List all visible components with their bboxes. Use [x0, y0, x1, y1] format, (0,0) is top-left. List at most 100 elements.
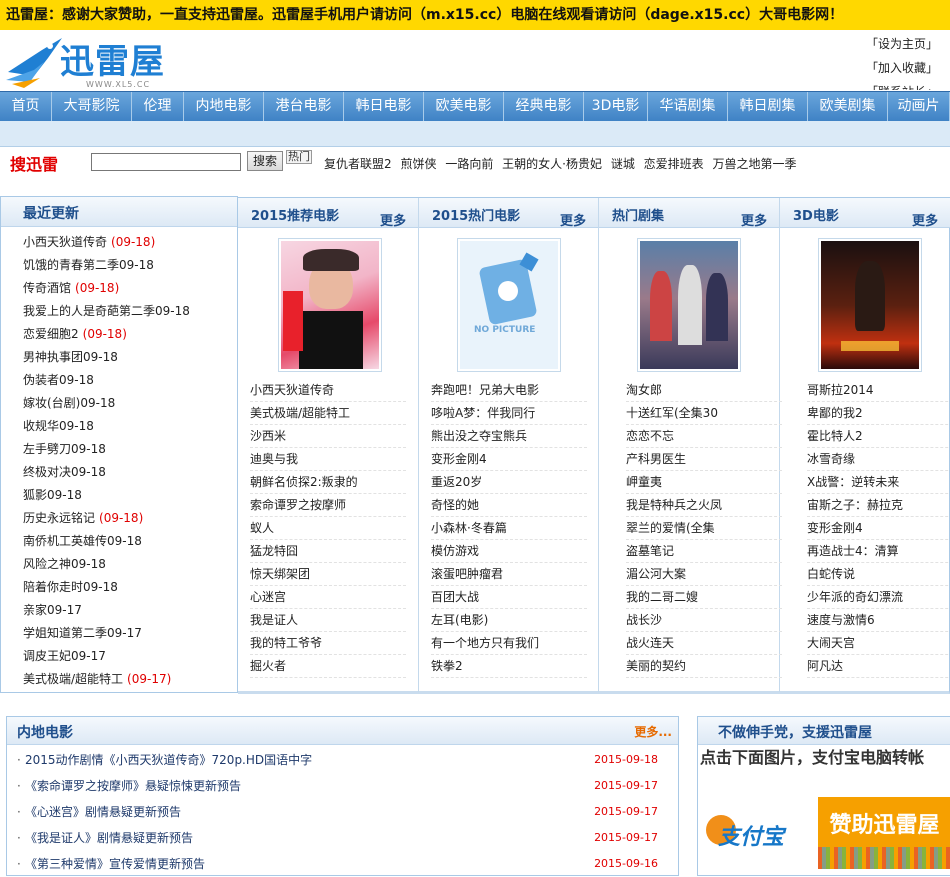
recent-update-item[interactable]: 小西天狄道传奇 (09-18) [23, 231, 237, 254]
column-list-item[interactable]: 小森林·冬春篇 [431, 517, 587, 540]
recent-update-item[interactable]: 男神执事团09-18 [23, 346, 237, 369]
alipay-banner[interactable]: 支付宝 [700, 797, 818, 869]
hot-keyword[interactable]: 恋爱排班表 [644, 157, 704, 171]
column-list-item[interactable]: 铁拳2 [431, 655, 587, 678]
contact-admin-link[interactable]: 「联系站长」 [866, 80, 950, 90]
nav-item-ethics[interactable]: 伦理 [132, 92, 184, 121]
column-list-item[interactable]: 我的特工爷爷 [250, 632, 406, 655]
recent-update-item[interactable]: 我爱上的人是奇葩第二季09-18 [23, 300, 237, 323]
column-list-item[interactable]: 我是证人 [250, 609, 406, 632]
column-list-item[interactable]: 沙西米 [250, 425, 406, 448]
column-list-item[interactable]: 哥斯拉2014 [807, 379, 950, 402]
column-list-item[interactable]: X战警：逆转未来 [807, 471, 950, 494]
recent-update-item[interactable]: 嫁妆(台剧)09-18 [23, 392, 237, 415]
news-item[interactable]: 《心迷宫》剧情悬疑更新预告 2015-09-17 [7, 799, 678, 825]
column-list-item[interactable]: 产科男医生 [626, 448, 782, 471]
column-list-item[interactable]: 少年派的奇幻漂流 [807, 586, 950, 609]
column-list-item[interactable]: 翠兰的爱情(全集 [626, 517, 782, 540]
nav-item-mainland[interactable]: 内地电影 [184, 92, 264, 121]
column-list-item[interactable]: 大闹天宫 [807, 632, 950, 655]
column-list-item[interactable]: 重返20岁 [431, 471, 587, 494]
column-list-item[interactable]: 白蛇传说 [807, 563, 950, 586]
column-list-item[interactable]: 恋恋不忘 [626, 425, 782, 448]
nav-item-western-series[interactable]: 欧美剧集 [808, 92, 888, 121]
search-input[interactable] [91, 153, 241, 171]
hot-keyword[interactable]: 王朝的女人·杨贵妃 [502, 157, 602, 171]
column-list-item[interactable]: 我是特种兵之火凤 [626, 494, 782, 517]
column-list-item[interactable]: 蚁人 [250, 517, 406, 540]
recent-update-item[interactable]: 历史永远铭记 (09-18) [23, 507, 237, 530]
more-link[interactable]: 更多 [912, 210, 938, 229]
column-list-item[interactable]: 心迷宫 [250, 586, 406, 609]
recent-update-item[interactable]: 南侨机工英雄传09-18 [23, 530, 237, 553]
column-list-item[interactable]: 索命谭罗之按摩师 [250, 494, 406, 517]
more-link[interactable]: 更多 [380, 210, 406, 229]
column-list-item[interactable]: 速度与激情6 [807, 609, 950, 632]
nav-item-chinese-series[interactable]: 华语剧集 [648, 92, 728, 121]
set-homepage-link[interactable]: 「设为主页」 [866, 32, 950, 56]
nav-item-animation[interactable]: 动画片 [888, 92, 950, 121]
column-list-item[interactable]: 淘女郎 [626, 379, 782, 402]
column-list-item[interactable]: 左耳(电影) [431, 609, 587, 632]
recent-update-item[interactable]: 收规华09-18 [23, 415, 237, 438]
column-list-item[interactable]: 小西天狄道传奇 [250, 379, 406, 402]
column-list-item[interactable]: 阿凡达 [807, 655, 950, 678]
nav-item-hktw[interactable]: 港台电影 [264, 92, 344, 121]
column-list-item[interactable]: 惊天绑架团 [250, 563, 406, 586]
column-list-item[interactable]: 美式极端/超能特工 [250, 402, 406, 425]
column-list-item[interactable]: 滚蛋吧肿瘤君 [431, 563, 587, 586]
column-list-item[interactable]: 百团大战 [431, 586, 587, 609]
column-list-item[interactable]: 战长沙 [626, 609, 782, 632]
column-list-item[interactable]: 冰雪奇缘 [807, 448, 950, 471]
column-list-item[interactable]: 有一个地方只有我们 [431, 632, 587, 655]
column-list-item[interactable]: 湄公河大案 [626, 563, 782, 586]
more-link[interactable]: 更多 [741, 210, 767, 229]
hot-keyword[interactable]: 复仇者联盟2 [324, 157, 392, 171]
recent-update-item[interactable]: 恋爱细胞2 (09-18) [23, 323, 237, 346]
column-list-item[interactable]: 变形金刚4 [807, 517, 950, 540]
site-logo[interactable]: 迅雷屋 WWW.XL5.CC [4, 32, 180, 92]
column-list-item[interactable]: 美丽的契约 [626, 655, 782, 678]
more-link[interactable]: 更多... [634, 723, 672, 740]
news-item[interactable]: 《我是证人》剧情悬疑更新预告 2015-09-17 [7, 825, 678, 851]
column-list-item[interactable]: 掘火者 [250, 655, 406, 678]
column-list-item[interactable]: 盗墓笔记 [626, 540, 782, 563]
news-item[interactable]: 2015动作剧情《小西天狄道传奇》720p.HD国语中字 2015-09-18 [7, 747, 678, 773]
news-item[interactable]: 《第三种爱情》宣传爱情更新预告 2015-09-16 [7, 851, 678, 877]
recent-update-item[interactable]: 传奇酒馆 (09-18) [23, 277, 237, 300]
recent-update-item[interactable]: 美式极端/超能特工 (09-17) [23, 668, 237, 691]
column-list-item[interactable]: 变形金刚4 [431, 448, 587, 471]
column-list-item[interactable]: 奇怪的她 [431, 494, 587, 517]
column-list-item[interactable]: 宙斯之子：赫拉克 [807, 494, 950, 517]
column-list-item[interactable]: 卑鄙的我2 [807, 402, 950, 425]
recent-update-item[interactable]: 调皮王妃09-17 [23, 645, 237, 668]
movie-poster[interactable] [818, 238, 922, 372]
hot-keyword[interactable]: 万兽之地第一季 [713, 157, 797, 171]
nav-item-western[interactable]: 欧美电影 [424, 92, 504, 121]
recent-update-item[interactable]: 伪装者09-18 [23, 369, 237, 392]
recent-update-item[interactable]: 终极对决09-18 [23, 461, 237, 484]
nav-item-3d[interactable]: 3D电影 [584, 92, 648, 121]
recent-update-item[interactable]: 狐影09-18 [23, 484, 237, 507]
column-list-item[interactable]: 霍比特人2 [807, 425, 950, 448]
nav-item-dage[interactable]: 大哥影院 [52, 92, 132, 121]
recent-update-item[interactable]: 风险之神09-18 [23, 553, 237, 576]
column-list-item[interactable]: 战火连天 [626, 632, 782, 655]
column-list-item[interactable]: 迪奥与我 [250, 448, 406, 471]
column-list-item[interactable]: 奔跑吧！兄弟大电影 [431, 379, 587, 402]
movie-poster[interactable]: NO PICTURE [457, 238, 561, 372]
series-poster[interactable] [637, 238, 741, 372]
search-button[interactable]: 搜索 [247, 151, 283, 171]
column-list-item[interactable]: 熊出没之夺宝熊兵 [431, 425, 587, 448]
nav-item-jpkr-series[interactable]: 韩日剧集 [728, 92, 808, 121]
hot-keyword[interactable]: 一路向前 [445, 157, 493, 171]
hot-keyword[interactable]: 谜城 [611, 157, 635, 171]
donate-button[interactable]: 赞助迅雷屋 [818, 797, 950, 869]
column-list-item[interactable]: 哆啦A梦：伴我同行 [431, 402, 587, 425]
hot-keyword[interactable]: 煎饼侠 [400, 157, 436, 171]
column-list-item[interactable]: 我的二哥二嫂 [626, 586, 782, 609]
recent-update-item[interactable]: 左手劈刀09-18 [23, 438, 237, 461]
recent-update-item[interactable]: 陪着你走时09-18 [23, 576, 237, 599]
movie-poster[interactable] [278, 238, 382, 372]
column-list-item[interactable]: 十送红军(全集30 [626, 402, 782, 425]
